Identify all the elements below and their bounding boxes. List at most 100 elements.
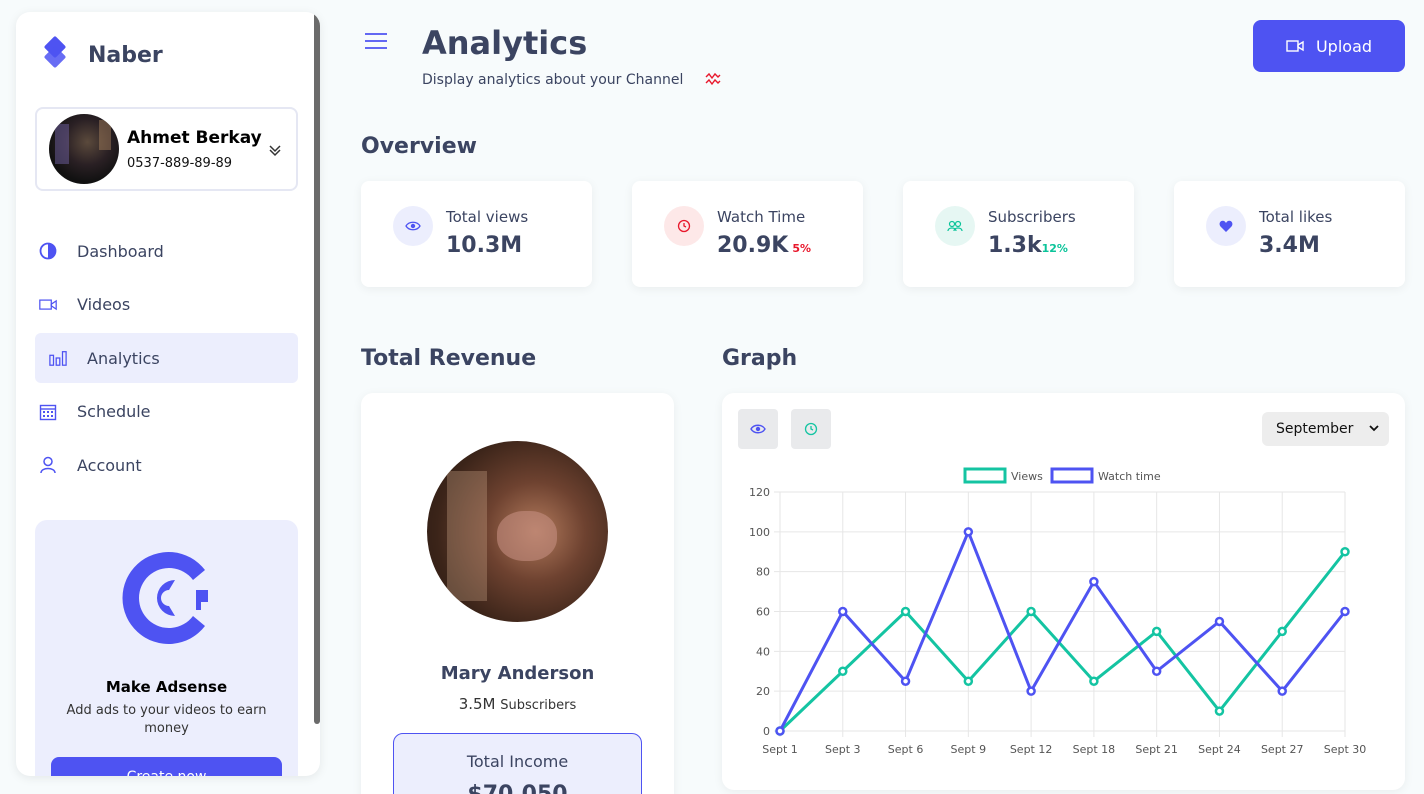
create-now-button[interactable]: Create now xyxy=(51,757,282,776)
stat-label: Total views xyxy=(446,208,529,226)
sidebar-item-dashboard[interactable]: Dashboard xyxy=(35,226,298,276)
data-point xyxy=(775,726,785,736)
x-tick-label: Sept 18 xyxy=(1073,743,1116,756)
x-tick-label: Sept 6 xyxy=(888,743,924,756)
sidebar-item-label: Account xyxy=(77,455,142,475)
profile-card[interactable]: Ahmet Berkay 0537-889-89-89 xyxy=(35,107,298,191)
series-line xyxy=(778,550,1347,733)
stat-icon-wrap xyxy=(935,206,975,246)
x-tick-label: Sept 1 xyxy=(762,743,798,756)
overview-title: Overview xyxy=(361,134,477,159)
sidebar-scrollbar[interactable] xyxy=(314,12,320,724)
revenue-title: Total Revenue xyxy=(361,346,537,371)
income-value: $70,050 xyxy=(394,782,641,794)
data-point xyxy=(1340,547,1350,557)
y-tick-label: 20 xyxy=(756,685,770,698)
graph-card: September 0 20 40 60 80 100 120 Sept 1 Sept 3 Sep… xyxy=(722,393,1405,790)
y-tick-label: 0 xyxy=(763,725,770,738)
data-point xyxy=(900,606,911,617)
stat-label: Watch Time xyxy=(717,208,806,226)
adsense-subtitle: Add ads to your videos to earn money xyxy=(66,703,267,736)
profile-name: Ahmet Berkay xyxy=(127,127,262,148)
x-tick-label: Sept 21 xyxy=(1135,743,1178,756)
sidebar-item-analytics[interactable]: Analytics xyxy=(35,333,298,383)
sidebar-item-label: Analytics xyxy=(87,348,160,368)
stat-badge: 12% xyxy=(1041,242,1068,255)
video-icon xyxy=(1286,40,1304,52)
stat-label: Total likes xyxy=(1259,208,1333,226)
sidebar-item-label: Schedule xyxy=(77,402,151,421)
upload-label: Upload xyxy=(1315,36,1373,56)
stat-value: 20.9K 5% xyxy=(717,233,812,258)
legend-label: Views xyxy=(1011,470,1043,483)
revenue-card: Mary Anderson 3.5M Subscribers Total Inc… xyxy=(361,393,674,794)
data-point xyxy=(963,676,974,686)
stat-card-total-likes: Total likes 3.4M xyxy=(1174,181,1405,287)
x-tick-label: Sept 27 xyxy=(1261,743,1304,756)
page-title: Analytics xyxy=(422,24,588,62)
stat-card-subscribers: Subscribers 1.3k12% xyxy=(903,181,1134,287)
profile-phone: 0537-889-89-89 xyxy=(127,155,233,171)
data-point xyxy=(1151,626,1162,637)
sidebar-item-account[interactable]: Account xyxy=(35,440,298,490)
adsense-card: Make Adsense Add ads to your videos to e… xyxy=(35,520,298,776)
activity-wave-icon xyxy=(705,72,721,86)
hamburger-menu-icon[interactable] xyxy=(364,32,388,50)
clock-icon xyxy=(677,219,691,233)
y-tick-label: 40 xyxy=(756,645,770,658)
creator-photo xyxy=(427,441,608,622)
data-point xyxy=(1089,676,1099,686)
sidebar: Naber Ahmet Berkay 0537-889-89-89 Dashbo… xyxy=(16,12,320,776)
data-point xyxy=(1277,626,1287,637)
x-tick-label: Sept 9 xyxy=(951,743,987,756)
y-tick-label: 120 xyxy=(749,486,770,499)
legend-label: Watch time xyxy=(1098,470,1161,483)
creator-name: Mary Anderson xyxy=(440,663,595,684)
brand-logo-icon xyxy=(44,36,66,68)
data-point xyxy=(838,666,848,676)
x-tick-label: Sept 24 xyxy=(1198,743,1241,756)
data-point xyxy=(900,676,911,686)
stat-card-total-views: Total views 10.3M xyxy=(361,181,592,287)
eye-icon xyxy=(405,221,421,231)
chevron-double-down-icon[interactable] xyxy=(268,143,282,157)
brand-name: Naber xyxy=(88,42,163,68)
creator-subscribers: 3.5M Subscribers xyxy=(458,695,577,713)
graph-title: Graph xyxy=(722,346,798,371)
video-icon xyxy=(39,298,57,310)
data-point xyxy=(1340,606,1350,617)
legend-swatch xyxy=(963,467,1007,484)
data-point xyxy=(1026,686,1036,696)
brand[interactable]: Naber xyxy=(40,36,163,68)
total-income-box: Total Income $70,050 xyxy=(393,733,642,794)
stat-icon-wrap xyxy=(393,206,433,246)
sidebar-item-videos[interactable]: Videos xyxy=(35,280,298,330)
data-point xyxy=(1277,686,1287,696)
stat-value: 1.3k12% xyxy=(988,233,1068,258)
legend-swatch xyxy=(1050,467,1094,484)
income-label: Total Income xyxy=(466,752,569,771)
stat-value: 3.4M xyxy=(1259,233,1320,258)
data-point xyxy=(1089,576,1099,587)
data-point xyxy=(1151,666,1162,676)
adsense-logo-icon xyxy=(122,552,208,644)
data-point xyxy=(1214,706,1225,716)
sidebar-nav: Dashboard Videos Analytics Schedule Acco… xyxy=(35,226,298,494)
user-icon xyxy=(40,456,56,474)
sidebar-item-label: Dashboard xyxy=(77,241,164,261)
x-tick-label: Sept 3 xyxy=(825,743,861,756)
upload-button[interactable]: Upload xyxy=(1253,20,1405,72)
series-line xyxy=(778,527,1347,732)
x-tick-label: Sept 12 xyxy=(1010,743,1053,756)
data-point xyxy=(838,606,848,617)
sidebar-item-schedule[interactable]: Schedule xyxy=(35,387,298,437)
adsense-title: Make Adsense xyxy=(105,678,228,696)
stat-label: Subscribers xyxy=(988,208,1076,226)
half-circle-icon xyxy=(39,242,57,260)
line-chart: 0 20 40 60 80 100 120 Sept 1 Sept 3 Sept 6 Sept 9 S… xyxy=(749,467,1366,756)
stat-badge: 5% xyxy=(792,242,812,255)
y-tick-label: 60 xyxy=(756,606,770,619)
calendar-icon xyxy=(39,404,57,420)
bar-chart-icon xyxy=(49,351,67,366)
data-point xyxy=(963,527,974,537)
